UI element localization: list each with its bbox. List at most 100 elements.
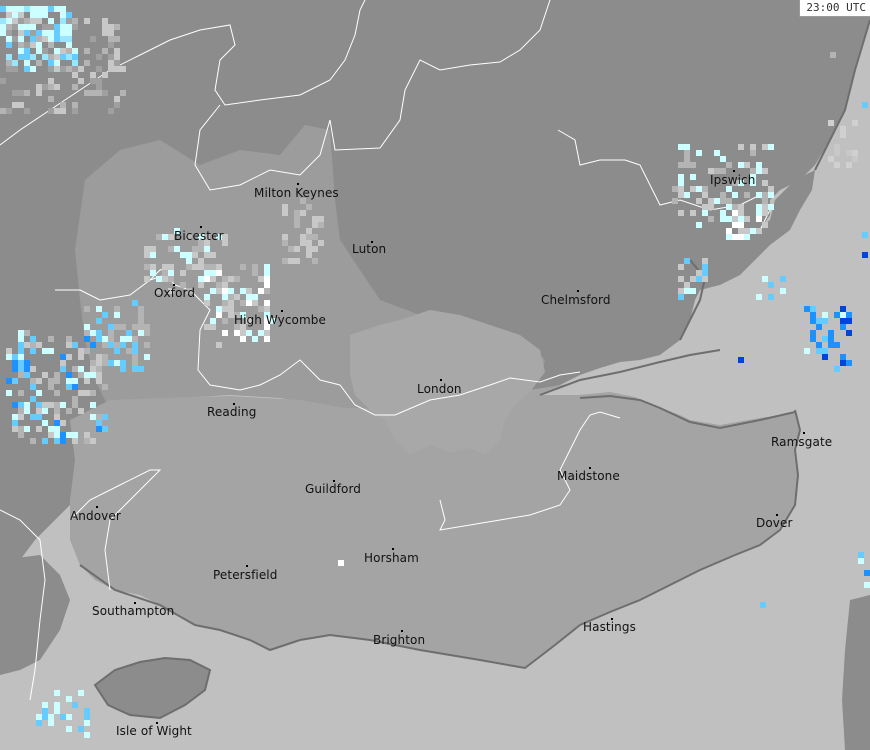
radar-pixel bbox=[684, 282, 690, 288]
radar-pixel bbox=[696, 270, 702, 276]
town-label-ipswich: Ipswich bbox=[710, 173, 756, 187]
town-label-london: London bbox=[417, 382, 462, 396]
town-label-horsham: Horsham bbox=[364, 551, 419, 565]
radar-pixel bbox=[18, 348, 24, 354]
radar-pixel bbox=[204, 246, 210, 252]
town-label-andover: Andover bbox=[70, 509, 121, 523]
radar-pixel bbox=[804, 306, 810, 312]
radar-pixel bbox=[846, 150, 852, 156]
radar-pixel bbox=[192, 252, 198, 258]
radar-pixel bbox=[684, 288, 690, 294]
radar-pixel bbox=[144, 264, 150, 270]
radar-pixel bbox=[264, 282, 270, 288]
radar-pixel bbox=[18, 408, 24, 414]
radar-pixel bbox=[12, 360, 18, 366]
radar-pixel bbox=[96, 84, 102, 90]
radar-pixel bbox=[690, 210, 696, 216]
radar-pixel bbox=[84, 714, 90, 720]
radar-pixel bbox=[42, 54, 48, 60]
radar-pixel bbox=[762, 180, 768, 186]
radar-pixel bbox=[60, 108, 66, 114]
radar-pixel bbox=[6, 66, 12, 72]
radar-pixel bbox=[66, 42, 72, 48]
radar-pixel bbox=[54, 372, 60, 378]
radar-pixel bbox=[228, 306, 234, 312]
radar-pixel bbox=[144, 330, 150, 336]
radar-pixel bbox=[318, 240, 324, 246]
radar-pixel bbox=[120, 342, 126, 348]
radar-pixel bbox=[240, 330, 246, 336]
radar-pixel bbox=[120, 366, 126, 372]
radar-pixel bbox=[24, 66, 30, 72]
radar-pixel bbox=[66, 36, 72, 42]
radar-pixel bbox=[300, 234, 306, 240]
radar-pixel bbox=[708, 198, 714, 204]
radar-pixel bbox=[690, 174, 696, 180]
radar-pixel bbox=[168, 264, 174, 270]
radar-pixel bbox=[684, 150, 690, 156]
radar-pixel bbox=[732, 192, 738, 198]
timestamp-label: 23:00 UTC bbox=[799, 0, 870, 17]
radar-pixel bbox=[204, 324, 210, 330]
radar-pixel bbox=[108, 108, 114, 114]
radar-pixel bbox=[306, 234, 312, 240]
radar-pixel bbox=[42, 708, 48, 714]
radar-pixel bbox=[738, 234, 744, 240]
radar-pixel bbox=[720, 198, 726, 204]
radar-pixel bbox=[6, 24, 12, 30]
radar-pixel bbox=[42, 36, 48, 42]
radar-pixel bbox=[96, 336, 102, 342]
radar-pixel bbox=[54, 54, 60, 60]
radar-pixel bbox=[18, 30, 24, 36]
radar-pixel bbox=[96, 360, 102, 366]
radar-pixel bbox=[18, 18, 24, 24]
radar-pixel bbox=[810, 336, 816, 342]
radar-pixel bbox=[78, 78, 84, 84]
radar-pixel bbox=[42, 420, 48, 426]
radar-pixel bbox=[12, 12, 18, 18]
radar-pixel bbox=[84, 324, 90, 330]
radar-pixel bbox=[228, 294, 234, 300]
radar-pixel bbox=[30, 54, 36, 60]
radar-pixel bbox=[0, 24, 6, 30]
radar-pixel bbox=[168, 270, 174, 276]
radar-pixel bbox=[12, 18, 18, 24]
radar-pixel bbox=[30, 30, 36, 36]
town-label-guildford: Guildford bbox=[305, 482, 361, 496]
radar-pixel bbox=[246, 288, 252, 294]
radar-pixel bbox=[120, 66, 126, 72]
radar-pixel bbox=[78, 354, 84, 360]
radar-pixel bbox=[684, 162, 690, 168]
radar-pixel bbox=[834, 342, 840, 348]
radar-pixel bbox=[12, 102, 18, 108]
radar-pixel bbox=[234, 276, 240, 282]
radar-pixel bbox=[66, 714, 72, 720]
radar-pixel bbox=[150, 270, 156, 276]
radar-pixel bbox=[240, 264, 246, 270]
radar-pixel bbox=[42, 402, 48, 408]
town-label-dover: Dover bbox=[756, 516, 793, 530]
radar-pixel bbox=[6, 378, 12, 384]
radar-pixel bbox=[222, 300, 228, 306]
radar-pixel bbox=[822, 318, 828, 324]
radar-pixel bbox=[72, 72, 78, 78]
radar-pixel bbox=[60, 18, 66, 24]
radar-pixel bbox=[862, 232, 868, 238]
radar-pixel bbox=[168, 276, 174, 282]
radar-pixel bbox=[108, 360, 114, 366]
radar-pixel bbox=[852, 150, 858, 156]
radar-pixel bbox=[72, 438, 78, 444]
radar-pixel bbox=[36, 720, 42, 726]
radar-pixel bbox=[132, 360, 138, 366]
radar-pixel bbox=[12, 366, 18, 372]
radar-pixel bbox=[234, 330, 240, 336]
radar-pixel bbox=[744, 192, 750, 198]
radar-pixel bbox=[120, 336, 126, 342]
radar-pixel bbox=[72, 66, 78, 72]
radar-pixel bbox=[846, 330, 852, 336]
radar-pixel bbox=[78, 726, 84, 732]
radar-pixel bbox=[210, 252, 216, 258]
radar-pixel bbox=[102, 384, 108, 390]
radar-pixel bbox=[132, 324, 138, 330]
town-label-isle-of-wight: Isle of Wight bbox=[116, 724, 192, 738]
